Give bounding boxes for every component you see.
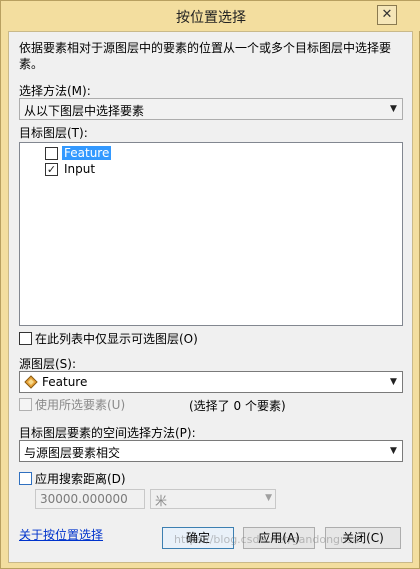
help-link[interactable]: 关于按位置选择 bbox=[19, 526, 103, 543]
only-selectable-checkbox[interactable] bbox=[19, 332, 32, 345]
chevron-down-icon: ▼ bbox=[390, 446, 397, 456]
watermark-text: https://blog.csdn.net/gandongusa bbox=[174, 533, 360, 546]
target-layers-label: 目标图层(T): bbox=[19, 126, 88, 140]
chevron-down-icon: ▼ bbox=[390, 377, 397, 387]
spatial-method-select[interactable]: 与源图层要素相交 ▼ bbox=[19, 440, 403, 462]
chevron-down-icon: ▼ bbox=[265, 493, 272, 503]
dialog-title: 按位置选择 bbox=[176, 10, 246, 26]
selection-method-select[interactable]: 从以下图层中选择要素 ▼ bbox=[19, 98, 403, 120]
use-selected-checkbox[interactable] bbox=[19, 398, 32, 411]
layer-item-input[interactable]: Input bbox=[64, 162, 95, 176]
selection-method-label: 选择方法(M): bbox=[19, 84, 91, 98]
selected-count-text: (选择了 0 个要素) bbox=[189, 399, 286, 413]
layer-item-feature[interactable]: Feature bbox=[62, 146, 112, 160]
close-icon[interactable]: ✕ bbox=[377, 5, 397, 25]
chevron-down-icon: ▼ bbox=[390, 104, 397, 114]
layer-checkbox-feature[interactable] bbox=[45, 147, 58, 160]
search-distance-label[interactable]: 应用搜索距离(D) bbox=[35, 470, 126, 487]
source-layer-select[interactable]: Feature ▼ bbox=[19, 371, 403, 393]
spatial-method-label: 目标图层要素的空间选择方法(P): bbox=[19, 426, 196, 440]
source-layer-label: 源图层(S): bbox=[19, 357, 77, 371]
spatial-method-value: 与源图层要素相交 bbox=[24, 446, 121, 460]
use-selected-label: 使用所选要素(U) bbox=[35, 398, 126, 412]
layer-checkbox-input[interactable]: ✓ bbox=[45, 163, 58, 176]
only-selectable-label[interactable]: 在此列表中仅显示可选图层(O) bbox=[35, 330, 198, 347]
search-distance-checkbox[interactable] bbox=[19, 472, 32, 485]
dialog-body: 依据要素相对于源图层中的要素的位置从一个或多个目标图层中选择要素。 选择方法(M… bbox=[8, 31, 413, 563]
selection-method-value: 从以下图层中选择要素 bbox=[24, 104, 145, 118]
feature-layer-icon bbox=[24, 375, 38, 389]
dialog-window: 按位置选择 ✕ 依据要素相对于源图层中的要素的位置从一个或多个目标图层中选择要素… bbox=[0, 0, 420, 569]
description-text: 依据要素相对于源图层中的要素的位置从一个或多个目标图层中选择要素。 bbox=[19, 41, 392, 71]
source-layer-value: Feature bbox=[42, 375, 88, 389]
search-distance-input[interactable]: 30000.000000 bbox=[35, 489, 145, 509]
distance-unit-value: 米 bbox=[155, 494, 168, 508]
distance-unit-select[interactable]: 米 ▼ bbox=[150, 489, 276, 509]
title-bar[interactable]: 按位置选择 ✕ bbox=[1, 1, 420, 31]
target-layers-list[interactable]: Feature ✓ Input bbox=[19, 142, 403, 326]
